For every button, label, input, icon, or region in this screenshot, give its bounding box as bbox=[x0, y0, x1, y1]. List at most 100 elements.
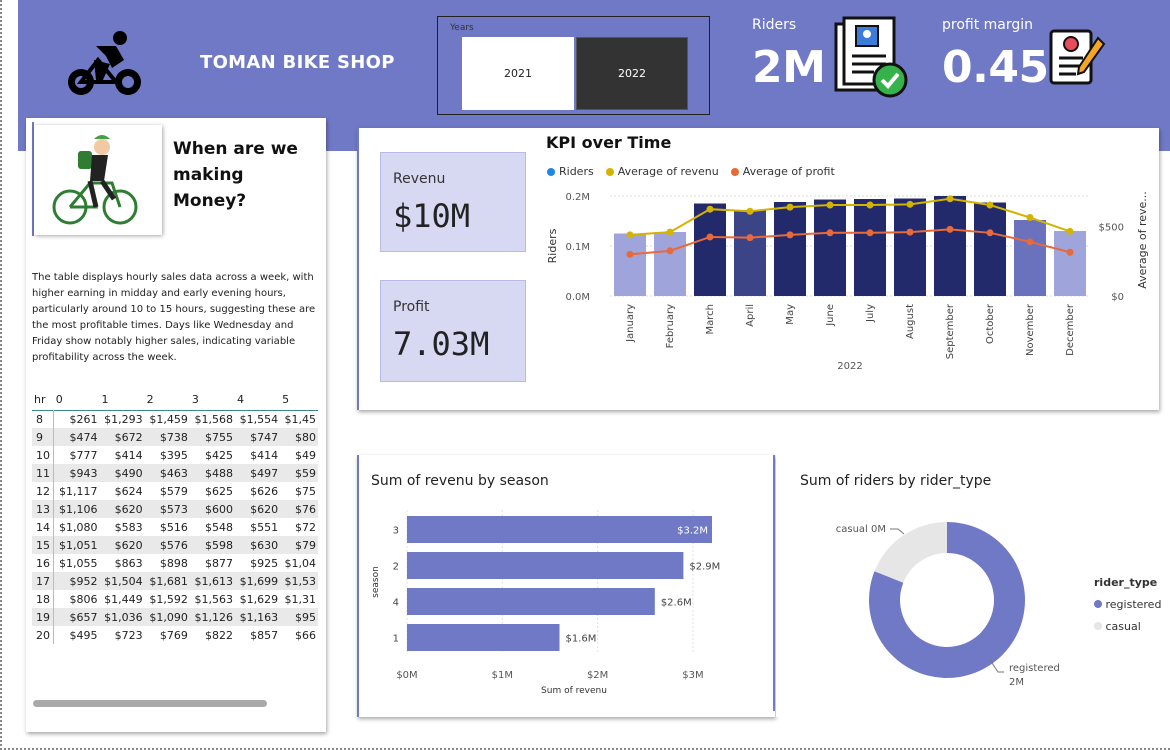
riders-bar[interactable] bbox=[774, 202, 806, 296]
profit-point[interactable] bbox=[626, 250, 634, 258]
table-header[interactable]: 4 bbox=[235, 390, 280, 410]
riders-bar[interactable] bbox=[854, 199, 886, 296]
legend-item-casual[interactable]: casual bbox=[1094, 616, 1161, 638]
riders-bar[interactable] bbox=[1054, 231, 1086, 296]
profit-point[interactable] bbox=[826, 229, 834, 237]
legend-item-profit[interactable]: Average of profit bbox=[730, 165, 835, 178]
revenue-cell: $1,293 bbox=[104, 412, 143, 426]
table-row[interactable]: 13 $1,106 $620 $573 $600 $620 $76 bbox=[32, 500, 318, 518]
year-button-2022[interactable]: 2022 bbox=[576, 37, 688, 110]
table-header[interactable]: hr bbox=[32, 390, 54, 410]
revenue-cell: $1,163 bbox=[235, 608, 281, 626]
season-bar[interactable] bbox=[407, 552, 684, 579]
x-tick-label: November bbox=[1025, 303, 1036, 356]
year-slicer: Years 2021 2022 bbox=[437, 16, 710, 115]
slicer-label: Years bbox=[450, 23, 474, 33]
revenue-cell: $548 bbox=[205, 520, 233, 534]
season-bar[interactable] bbox=[407, 588, 655, 615]
x-tick-label: March bbox=[705, 304, 716, 334]
riders-bar[interactable] bbox=[1014, 220, 1046, 296]
riders-bar[interactable] bbox=[894, 198, 926, 297]
revenue-point[interactable] bbox=[706, 205, 714, 213]
riders-bar[interactable] bbox=[694, 203, 726, 297]
riders-bar[interactable] bbox=[974, 202, 1006, 297]
revenue-cell: $1,126 bbox=[189, 608, 235, 626]
table-row[interactable]: 15 $1,051 $620 $576 $598 $630 $79 bbox=[32, 536, 318, 554]
hour-cell: 17 bbox=[32, 572, 55, 590]
revenue-cell: $1,080 bbox=[58, 520, 98, 534]
table-row[interactable]: 20 $495 $723 $769 $822 $857 $66 bbox=[32, 626, 318, 644]
riders-bar[interactable] bbox=[934, 196, 966, 296]
table-header[interactable]: 1 bbox=[99, 390, 144, 410]
legend-item-riders[interactable]: Riders bbox=[547, 165, 594, 178]
riders-bar[interactable] bbox=[654, 232, 686, 296]
profit-point[interactable] bbox=[866, 229, 874, 237]
profit-point[interactable] bbox=[786, 231, 794, 239]
revenue-cell: $620 bbox=[99, 500, 145, 518]
y-tick-label: 0.0M bbox=[565, 292, 590, 303]
cyclist-illustration bbox=[34, 125, 162, 235]
revenue-point[interactable] bbox=[746, 207, 754, 215]
revenue-point[interactable] bbox=[1026, 214, 1034, 222]
table-header[interactable]: 2 bbox=[145, 390, 190, 410]
horizontal-scrollbar[interactable] bbox=[33, 700, 267, 707]
profit-point[interactable] bbox=[746, 234, 754, 242]
legend-item-registered[interactable]: registered bbox=[1094, 594, 1161, 616]
hour-cell: 9 bbox=[32, 428, 55, 446]
profit-point[interactable] bbox=[1066, 248, 1074, 256]
hour-cell: 12 bbox=[32, 482, 55, 500]
revenue-point[interactable] bbox=[946, 195, 954, 203]
profit-point[interactable] bbox=[666, 247, 674, 255]
revenue-point[interactable] bbox=[786, 203, 794, 211]
table-row[interactable]: 16 $1,055 $863 $898 $877 $925 $1,04 bbox=[32, 554, 318, 572]
riders-bar[interactable] bbox=[734, 210, 766, 296]
table-row[interactable]: 18 $806 $1,449 $1,592 $1,563 $1,629 $1,31 bbox=[32, 590, 318, 608]
revenue-point[interactable] bbox=[906, 200, 914, 208]
table-row[interactable]: 8 $261 $1,293 $1,459 $1,568 $1,554 $1,45 bbox=[32, 410, 318, 428]
revenue-cell: $76 bbox=[280, 500, 318, 518]
revenue-cell: $497 bbox=[235, 464, 281, 482]
riders-kpi-value: 2M bbox=[752, 42, 826, 93]
profit-point[interactable] bbox=[1026, 238, 1034, 246]
profit-point[interactable] bbox=[946, 225, 954, 233]
table-row[interactable]: 12 $1,117 $624 $579 $625 $626 $75 bbox=[32, 482, 318, 500]
season-bar[interactable] bbox=[407, 624, 560, 651]
table-row[interactable]: 10 $777 $414 $395 $425 $414 $49 bbox=[32, 446, 318, 464]
revenue-cell: $738 bbox=[144, 428, 190, 446]
table-row[interactable]: 14 $1,080 $583 $516 $548 $551 $72 bbox=[32, 518, 318, 536]
revenue-point[interactable] bbox=[626, 231, 634, 239]
x-tick-label: January bbox=[625, 304, 636, 343]
table-row[interactable]: 9 $474 $672 $738 $755 $747 $80 bbox=[32, 428, 318, 446]
year-button-2021[interactable]: 2021 bbox=[462, 37, 574, 110]
table-row[interactable]: 17 $952 $1,504 $1,681 $1,613 $1,699 $1,53 bbox=[32, 572, 318, 590]
revenue-point[interactable] bbox=[1066, 227, 1074, 235]
x-tick-label: September bbox=[945, 303, 956, 359]
legend-item-revenue[interactable]: Average of revenu bbox=[605, 165, 719, 178]
riders-bar[interactable] bbox=[814, 199, 846, 297]
table-header[interactable]: 3 bbox=[190, 390, 235, 410]
question-heading: When are we making Money? bbox=[173, 139, 298, 211]
revenue-cell: $1,613 bbox=[189, 572, 235, 590]
y-tick-label: 3 bbox=[393, 526, 399, 537]
table-header[interactable]: 0 bbox=[54, 390, 100, 410]
revenue-point[interactable] bbox=[866, 201, 874, 209]
table-row[interactable]: 19 $657 $1,036 $1,090 $1,126 $1,163 $95 bbox=[32, 608, 318, 626]
kpi-chart-legend: Riders Average of revenu Average of prof… bbox=[547, 165, 835, 178]
profit-point[interactable] bbox=[906, 228, 914, 236]
riders-bar[interactable] bbox=[614, 233, 646, 297]
season-bar[interactable] bbox=[407, 516, 712, 543]
profit-value: 7.03M bbox=[393, 325, 490, 363]
profit-point[interactable] bbox=[986, 229, 994, 237]
rider-type-legend: rider_type registered casual bbox=[1094, 572, 1161, 638]
revenue-cell: $769 bbox=[159, 628, 188, 642]
revenue-point[interactable] bbox=[666, 228, 674, 236]
table-row[interactable]: 11 $943 $490 $463 $488 $497 $59 bbox=[32, 464, 318, 482]
revenue-point[interactable] bbox=[986, 201, 994, 209]
revenue-point[interactable] bbox=[826, 201, 834, 209]
profit-point[interactable] bbox=[706, 233, 714, 241]
table-header[interactable]: 5 bbox=[280, 390, 318, 410]
hour-cell: 18 bbox=[32, 590, 55, 608]
revenue-cell: $624 bbox=[114, 484, 143, 498]
label-leader bbox=[890, 528, 905, 535]
revenue-cell: $490 bbox=[99, 464, 145, 482]
